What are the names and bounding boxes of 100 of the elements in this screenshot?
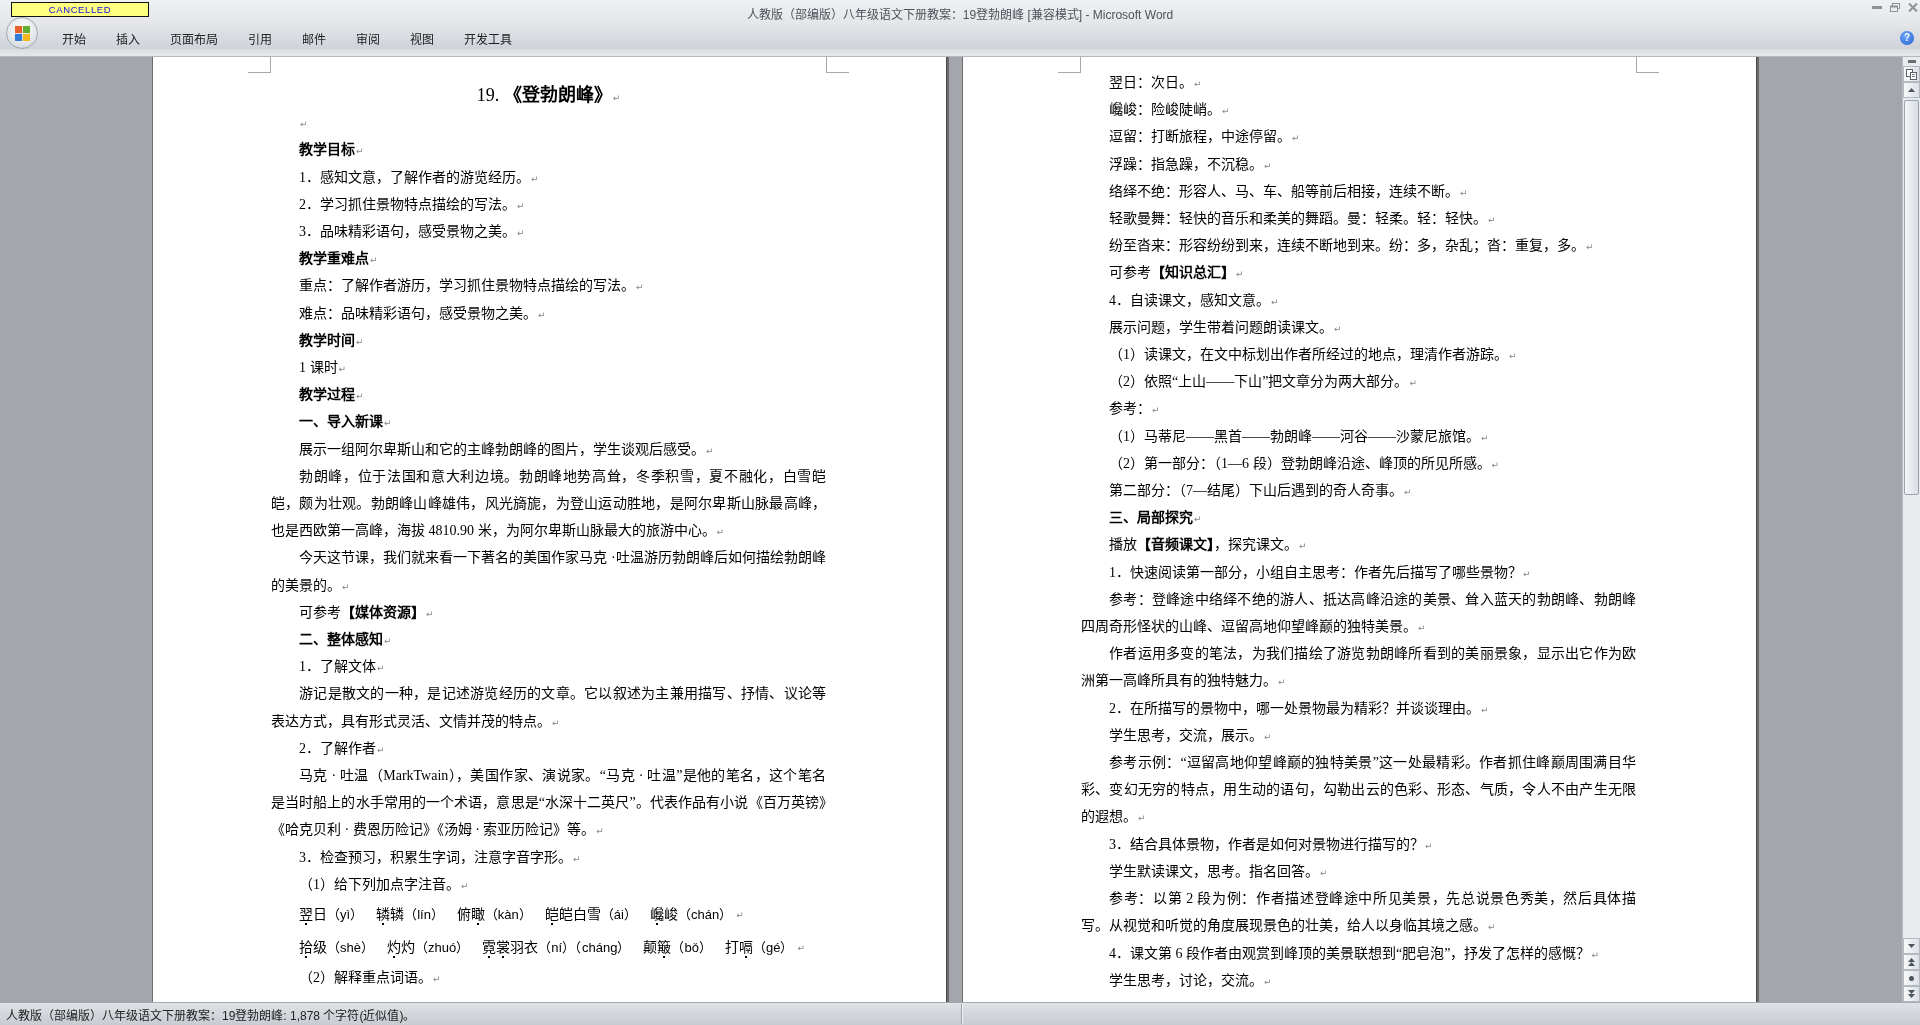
paragraph-text: 参考：以第 2 段为例：作者描述登峰途中所见美景，先总说景色秀美，然后具体描写。从视觉和听觉的角度展现景色的壮美，给人以身临其境之感。↵ <box>1081 890 1636 936</box>
section-heading: 教学目标↵ <box>299 142 364 158</box>
paragraph-text: 1 课时↵ <box>299 360 347 376</box>
document-title: 19. 《登勃朗峰》↵ <box>476 85 621 105</box>
restore-button[interactable] <box>1890 3 1900 12</box>
annotated-word: 翌日（yì） <box>299 904 364 925</box>
annotated-word: 颠簸（bǒ） <box>643 937 712 958</box>
paragraph-text: 参考：↵ <box>1109 401 1160 417</box>
double-down-caret-icon <box>1908 990 1915 998</box>
paragraph-text: 可参考【知识总汇】↵ <box>1109 265 1244 281</box>
margin-corner-mark <box>1058 57 1081 73</box>
annotated-word: 灼灼（zhuó） <box>386 937 470 958</box>
paragraph-text: 作者运用多变的笔法，为我们描绘了游览勃朗峰所看到的美丽景象，显示出它作为欧洲第一高峰所具有的独特魅力。↵ <box>1081 645 1636 691</box>
ribbon-tab[interactable]: 开始 <box>47 26 101 50</box>
paragraph-text: 1．感知文意，了解作者的游览经历。↵ <box>299 169 539 185</box>
annotated-word: 拾级（shè） <box>299 937 374 958</box>
paragraph-text: 播放【音频课文】，探究课文。↵ <box>1109 537 1307 553</box>
paragraph-mark: ↵ <box>300 119 308 130</box>
ribbon-tab[interactable]: 审阅 <box>341 26 395 50</box>
close-icon <box>1908 3 1918 12</box>
paragraph-text: （2）解释重点词语。↵ <box>299 970 441 986</box>
paragraph-text: 勃朗峰，位于法国和意大利边境。勃朗峰地势高耸，冬季积雪，夏不融化，白雪皑皑，颇为壮观。勃朗峰山峰雄伟，风光旖旎，为登山运动胜地，是阿尔卑斯山脉最高峰，也是西欧第一高峰，海拔 4810.90 米，为阿尔卑斯山脉最大的旅游中心。↵ <box>271 467 826 541</box>
paragraph-text: 3．品味精彩语句，感受景物之美。↵ <box>299 224 525 239</box>
paragraph-text: 3．结合具体景物，作者是如何对景物进行描写的？↵ <box>1109 836 1433 852</box>
paragraph-text: （1）给下列加点字注音。↵ <box>299 876 469 892</box>
paragraph-text: 展示一组阿尔卑斯山和它的主峰勃朗峰的图片，学生谈观后感受。↵ <box>299 441 714 457</box>
ribbon-tab[interactable]: 插入 <box>101 26 155 50</box>
double-up-caret-icon <box>1908 958 1915 966</box>
section-heading: 教学过程↵ <box>299 387 364 403</box>
paragraph-text: 展示问题，学生带着问题朗读课文。↵ <box>1109 319 1342 335</box>
annotated-word: 巉峻（chán） <box>649 904 733 925</box>
paragraph-text: 4．自读课文，感知文意。↵ <box>1109 292 1279 308</box>
paragraph-text: 翌日：次日。↵ <box>1109 75 1202 90</box>
paragraph-text: 3．检查预习，积累生字词，注意字音字形。↵ <box>299 849 581 865</box>
paragraph-mark: ↵ <box>736 908 744 921</box>
paragraph-text: 学生默读课文，思考。指名回答。↵ <box>1109 863 1328 879</box>
section-heading: 一、导入新课↵ <box>299 414 392 430</box>
paragraph-text: 参考示例：“逗留高地仰望峰巅的独特美景”这一处最精彩。作者抓住峰巅周围满目华彩、变幻无穷的特点，用生动的语句，勾勒出云的色彩、形态、气质，令人不由产生无限的遐想。↵ <box>1081 754 1636 827</box>
section-heading: 教学重难点↵ <box>299 251 378 267</box>
paragraph-text: （2）依照“上山——下山”把文章分为两大部分。↵ <box>1109 374 1417 390</box>
paragraph-mark: ↵ <box>797 941 805 954</box>
status-text: 人教版（部编版）八年级语文下册教案：19登勃朗峰: 1,878 个字符(近似值)。 <box>5 1007 416 1023</box>
scroll-down-button[interactable] <box>1903 938 1920 954</box>
previous-page-button[interactable] <box>1903 954 1920 970</box>
ribbon-tab[interactable]: 邮件 <box>287 26 341 50</box>
margin-corner-mark <box>248 57 271 73</box>
paragraph-text: 轻歌曼舞：轻快的音乐和柔美的舞蹈。曼：轻柔。轻：轻快。↵ <box>1109 211 1496 226</box>
paragraph-text: 第二部分：（7—结尾）下山后遇到的奇人奇事。↵ <box>1109 483 1412 499</box>
paragraph-text: 今天这节课，我们就来看一下著名的美国作家马克 ·吐温游历勃朗峰后如何描绘勃朗峰的美景的。↵ <box>271 549 826 595</box>
section-heading: 二、整体感知↵ <box>299 632 392 648</box>
annotated-word: 霓裳羽衣（ní）（cháng） <box>482 937 631 958</box>
paragraph-text: 学生思考，讨论，交流。↵ <box>1109 972 1272 988</box>
tiles-icon <box>14 25 30 41</box>
paragraph-text: （1）马蒂尼——黑首——勃朗峰——河谷——沙蒙尼旅馆。↵ <box>1109 428 1489 444</box>
window-title: 人教版（部编版）八年级语文下册教案：19登勃朗峰 [兼容模式] - Microsoft Word <box>746 7 1174 22</box>
ribbon-tab[interactable]: 页面布局 <box>155 26 233 50</box>
scrollbar-thumb[interactable] <box>1904 100 1919 495</box>
pages-icon <box>1906 68 1917 80</box>
paragraph-text: 难点：品味精彩语句，感受景物之美。↵ <box>299 305 546 321</box>
paragraph-text: 2．学习抓住景物特点描绘的写法。↵ <box>299 196 525 212</box>
status-badge: CANCELLED <box>11 2 149 17</box>
ribbon-tab[interactable]: 引用 <box>233 26 287 50</box>
paragraph-text: 1．了解文体↵ <box>299 659 385 675</box>
minimize-icon <box>1872 6 1882 9</box>
paragraph-text: 参考：登峰途中络绎不绝的游人、抵达高峰沿途的美景、耸入蓝天的勃朗峰、勃朗峰四周奇形怪状的山峰、逗留高地仰望峰巅的独特美景。↵ <box>1081 590 1636 637</box>
margin-corner-mark <box>826 57 849 73</box>
margin-corner-mark <box>1636 57 1659 73</box>
up-caret-icon <box>1908 88 1915 92</box>
paragraph-text: （2）第一部分：（1—6 段）登勃朗峰沿途、峰顶的所见所感。↵ <box>1109 455 1500 471</box>
annotated-word: 辚辚（lín） <box>376 904 444 925</box>
paragraph-text: （1）读课文，在文中标划出作者所经过的地点，理清作者游踪。↵ <box>1109 347 1517 363</box>
section-heading: 三、局部探究↵ <box>1109 510 1202 526</box>
paragraph-text: 可参考【媒体资源】↵ <box>299 604 434 620</box>
paragraph-text: 游记是散文的一种，是记述游览经历的文章。它以叙述为主兼用描写、抒情、议论等表达方式，具有形式灵活、文情并茂的特点。↵ <box>271 685 826 731</box>
section-heading: 教学时间↵ <box>299 332 364 348</box>
ruler-toggle-button[interactable] <box>1903 66 1920 82</box>
paragraph-text: 学生思考，交流，展示。↵ <box>1109 727 1272 743</box>
paragraph-text: 巉峻：险峻陡峭。↵ <box>1109 102 1230 118</box>
ribbon-tab[interactable]: 开发工具 <box>449 26 527 50</box>
restore-icon <box>1890 3 1900 12</box>
paragraph-text: 浮躁：指急躁，不沉稳。↵ <box>1109 156 1272 172</box>
next-page-button[interactable] <box>1903 986 1920 1002</box>
paragraph-text: 马克 · 吐温（MarkTwain），美国作家、演说家。“马克 · 吐温”是他的笔名，这个笔名是当时船上的水手常用的一个术语，意思是“水深十二英尺”。代表作品有小说《百万英镑》《哈克贝利 · 费恩历险记》《汤姆 · 索亚历险记》等。↵ <box>271 767 826 840</box>
scroll-up-button[interactable] <box>1903 82 1920 98</box>
down-caret-icon <box>1908 944 1915 948</box>
paragraph-text: 4．课文第 6 段作者由观赏到峰顶的美景联想到“肥皂泡”，抒发了怎样的感慨？↵ <box>1109 945 1599 961</box>
annotated-word: 皑皑白雪（ái） <box>544 904 637 925</box>
paragraph-text: 逗留：打断旅程，中途停留。↵ <box>1109 129 1300 145</box>
browse-object-button[interactable] <box>1903 970 1920 986</box>
annotated-word: 俯瞰（kàn） <box>456 904 532 925</box>
dot-icon <box>1909 975 1914 981</box>
paragraph-text: 1．快速阅读第一部分，小组自主思考：作者先后描写了哪些景物？↵ <box>1109 564 1531 580</box>
paragraph-text: 2．在所描写的景物中，哪一处景物最为精彩？并谈谈理由。↵ <box>1109 700 1489 716</box>
ribbon-tab[interactable]: 视图 <box>395 26 449 50</box>
paragraph-text: 重点：了解作者游历，学习抓住景物特点描绘的写法。↵ <box>299 278 644 294</box>
paragraph-text: 纷至沓来：形容纷纷到来，连续不断地到来。纷：多，杂乱；沓：重复，多。↵ <box>1109 238 1594 254</box>
split-handle[interactable] <box>1907 60 1916 63</box>
close-button[interactable] <box>1908 3 1918 12</box>
annotated-word: 打嗝（gé） <box>724 937 794 958</box>
paragraph-text: 络绎不绝：形容人、马、车、船等前后相接，连续不断。↵ <box>1109 183 1468 199</box>
